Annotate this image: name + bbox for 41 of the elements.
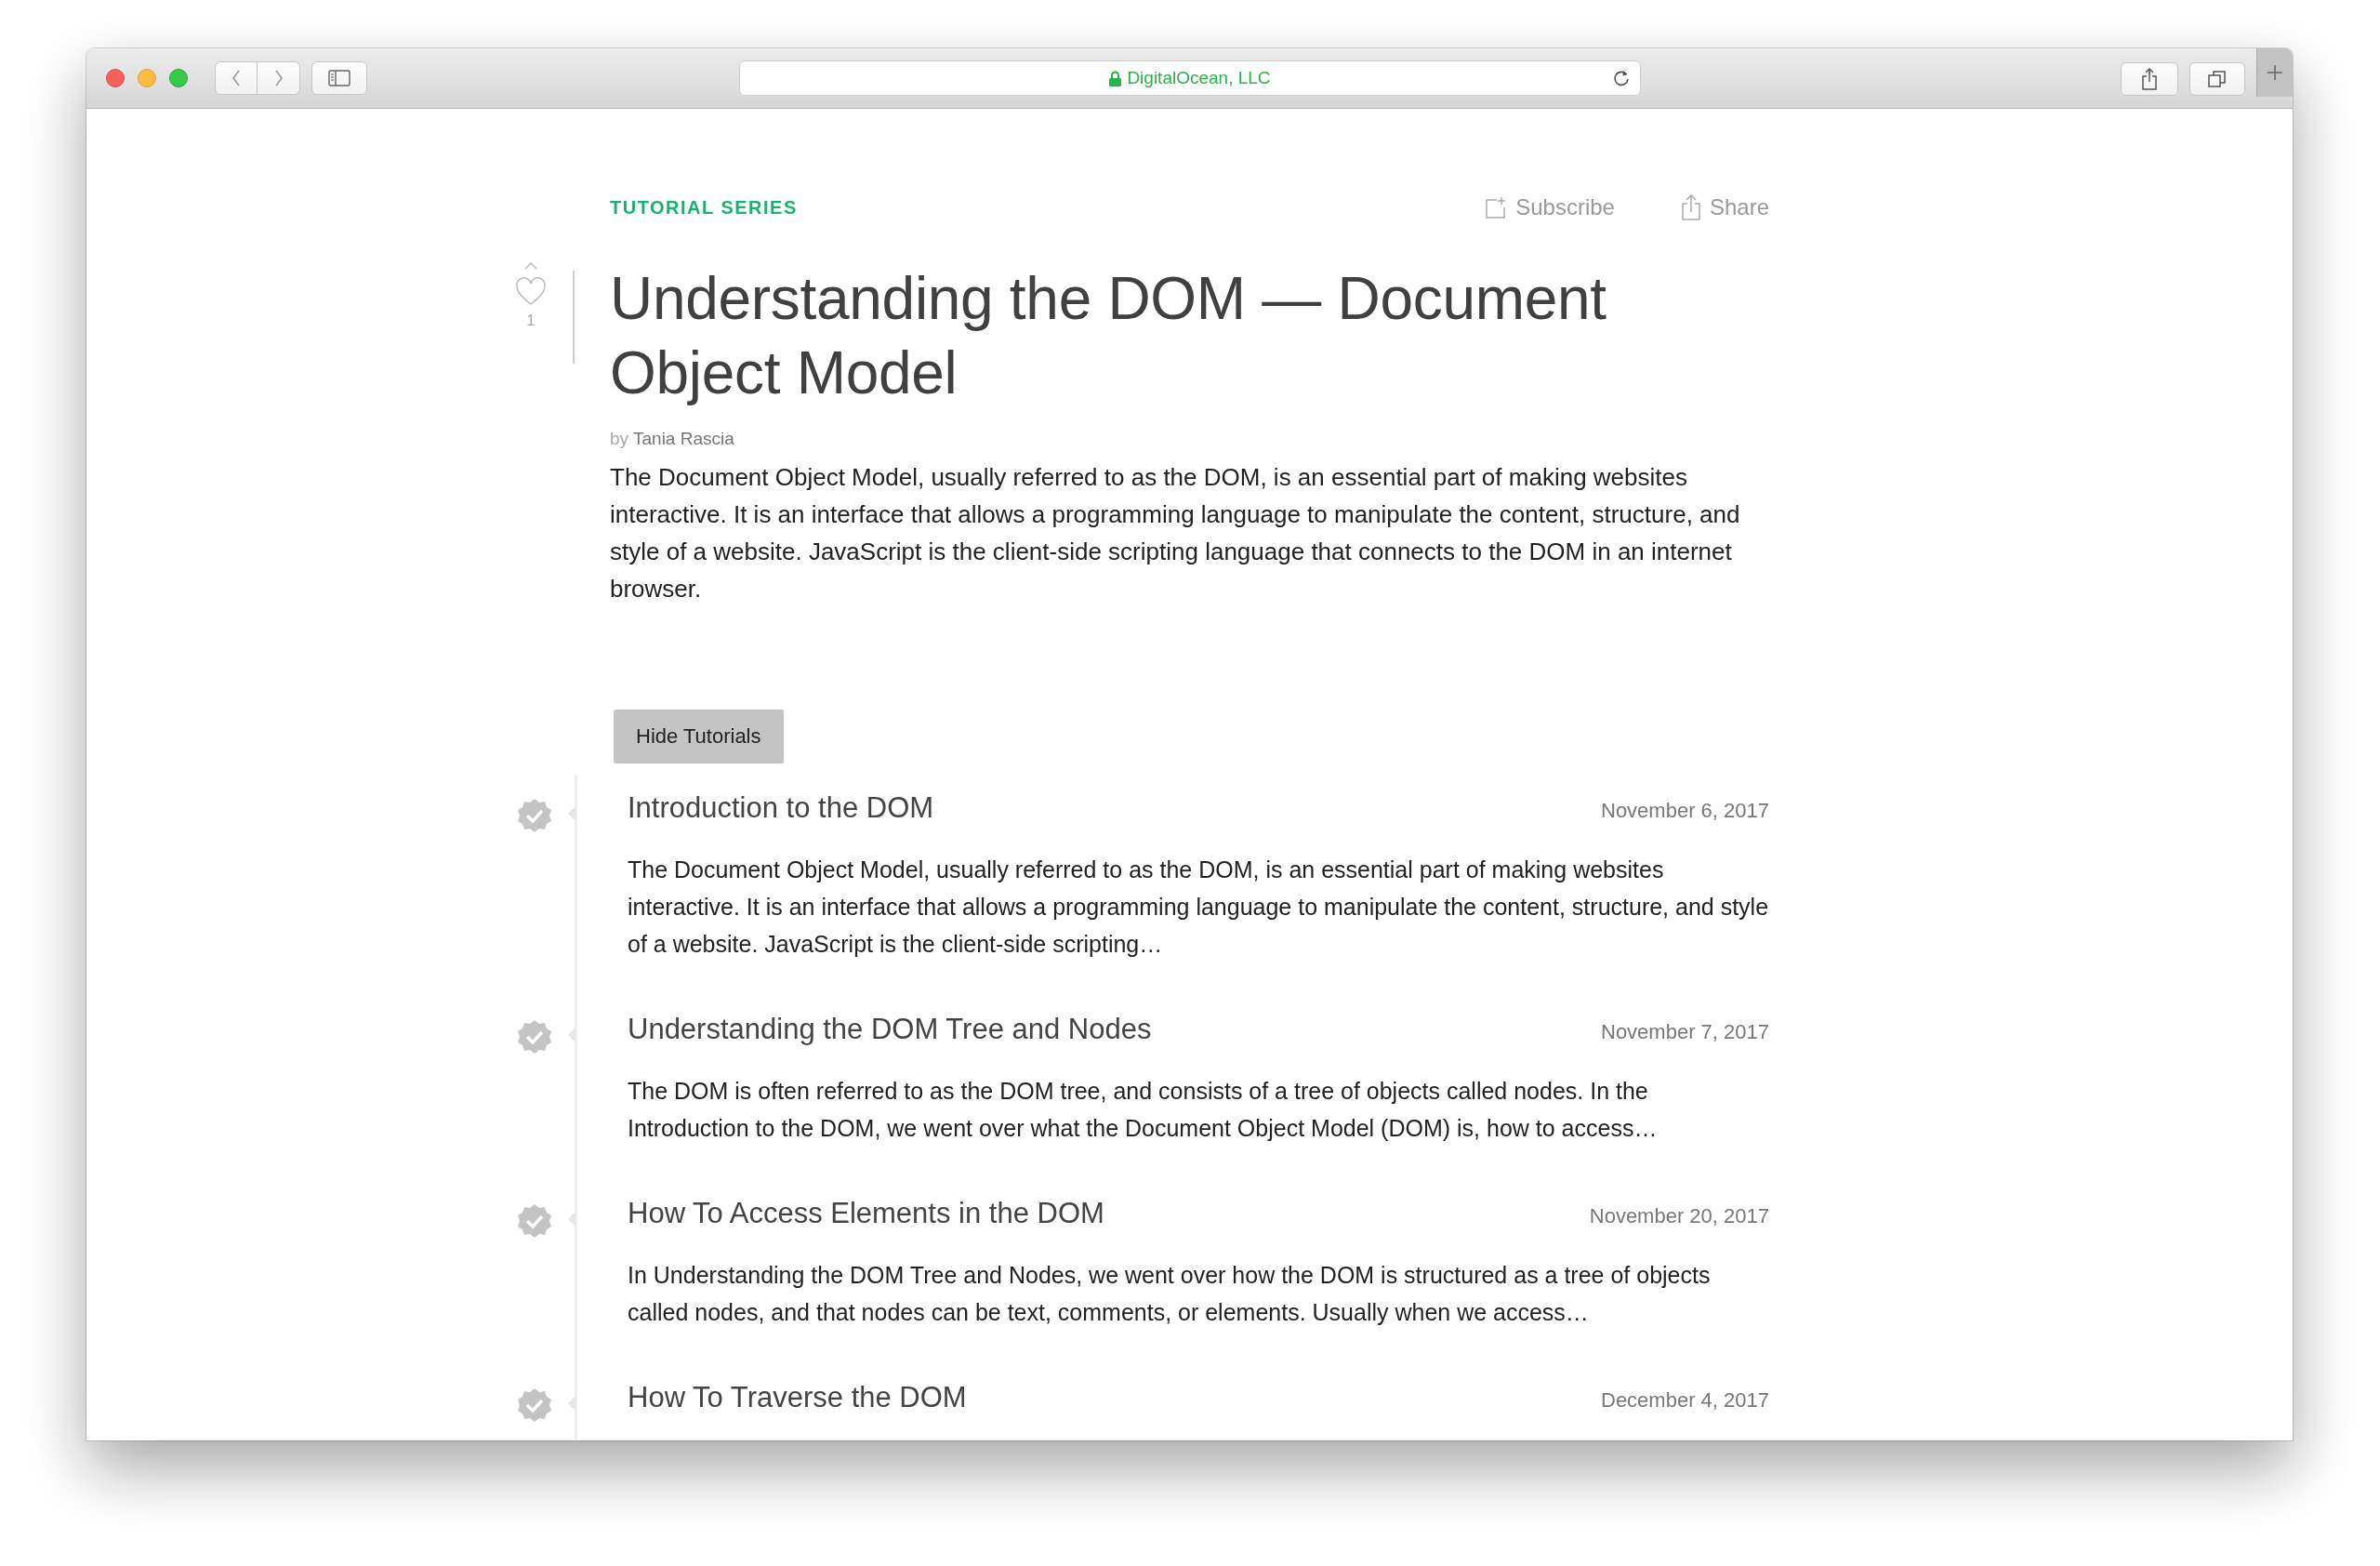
subscribe-icon — [1486, 196, 1507, 219]
timeline-notch — [568, 806, 575, 821]
sidebar-icon — [328, 70, 350, 86]
hide-tutorials-button[interactable]: Hide Tutorials — [614, 710, 784, 763]
address-text: DigitalOcean, LLC — [1127, 68, 1271, 88]
tutorial-summary: The Document Object Model, usually referred to as the DOM, is an essential part of making websites interactive. It is an interface that allows a programming language to manipulate the content, structure, and style of a website. JavaScript is the client-side scripting… — [628, 856, 1769, 959]
zoom-button[interactable] — [169, 69, 188, 87]
tutorial-title-link[interactable]: How To Access Elements in the DOM — [628, 1197, 1590, 1230]
tutorial-title-link[interactable]: Introduction to the DOM — [628, 791, 1601, 825]
share-icon — [1681, 194, 1700, 220]
byline: by Tania Rascia — [610, 429, 735, 449]
series-title: Understanding the DOM — Document Object Model — [610, 264, 1607, 408]
like-count: 1 — [526, 312, 536, 330]
series-label: TUTORIAL SERIES — [610, 196, 799, 219]
forward-button[interactable] — [258, 61, 300, 95]
share-button[interactable] — [2121, 61, 2178, 96]
plus-icon — [2267, 64, 2283, 81]
tutorial-date: December 4, 2017 — [1601, 1388, 1769, 1413]
tutorial-date: November 20, 2017 — [1589, 1204, 1769, 1228]
chevron-right-icon — [273, 70, 284, 86]
tutorial-title-link[interactable]: How To Traverse the DOM — [628, 1381, 1601, 1414]
tabs-icon — [2208, 69, 2227, 88]
timeline-notch — [568, 1212, 575, 1227]
back-button[interactable] — [215, 61, 258, 95]
tutorial-summary: The DOM is often referred to as the DOM tree, and consists of a tree of objects called nodes. In the Introduction to the DOM, we went over what the Document Object Model (DOM) is, how to access… — [628, 1077, 1659, 1143]
tabs-button[interactable] — [2189, 61, 2245, 96]
share-icon — [2141, 67, 2158, 90]
close-button[interactable] — [106, 69, 125, 87]
upvote-heart-icon[interactable] — [514, 261, 548, 308]
tutorial-date: November 7, 2017 — [1601, 1020, 1769, 1044]
new-tab-button[interactable] — [2256, 48, 2293, 97]
timeline-notch — [568, 1028, 575, 1042]
reload-icon[interactable] — [1612, 69, 1631, 87]
tutorial-title-link[interactable]: Understanding the DOM Tree and Nodes — [628, 1013, 1601, 1046]
timeline-notch — [568, 1396, 575, 1411]
sidebar-button[interactable] — [311, 61, 367, 95]
series-description: The Document Object Model, usually referred to as the DOM, is an essential part of making websites interactive. It is an interface that allows a programming language to manipulate the content, structure, and style of a website. JavaScript is the client-side scripting language that connects to the DOM in an internet browser. — [610, 462, 1741, 604]
minimize-button[interactable] — [138, 69, 156, 87]
tutorial-date: November 6, 2017 — [1601, 799, 1769, 823]
tutorial-summary: In Understanding the DOM Tree and Nodes, we went over how the DOM is structured as a tree of objects called nodes, and that nodes can be text, comments, or elements. Usually when we access… — [628, 1261, 1712, 1327]
chevron-left-icon — [231, 70, 241, 86]
